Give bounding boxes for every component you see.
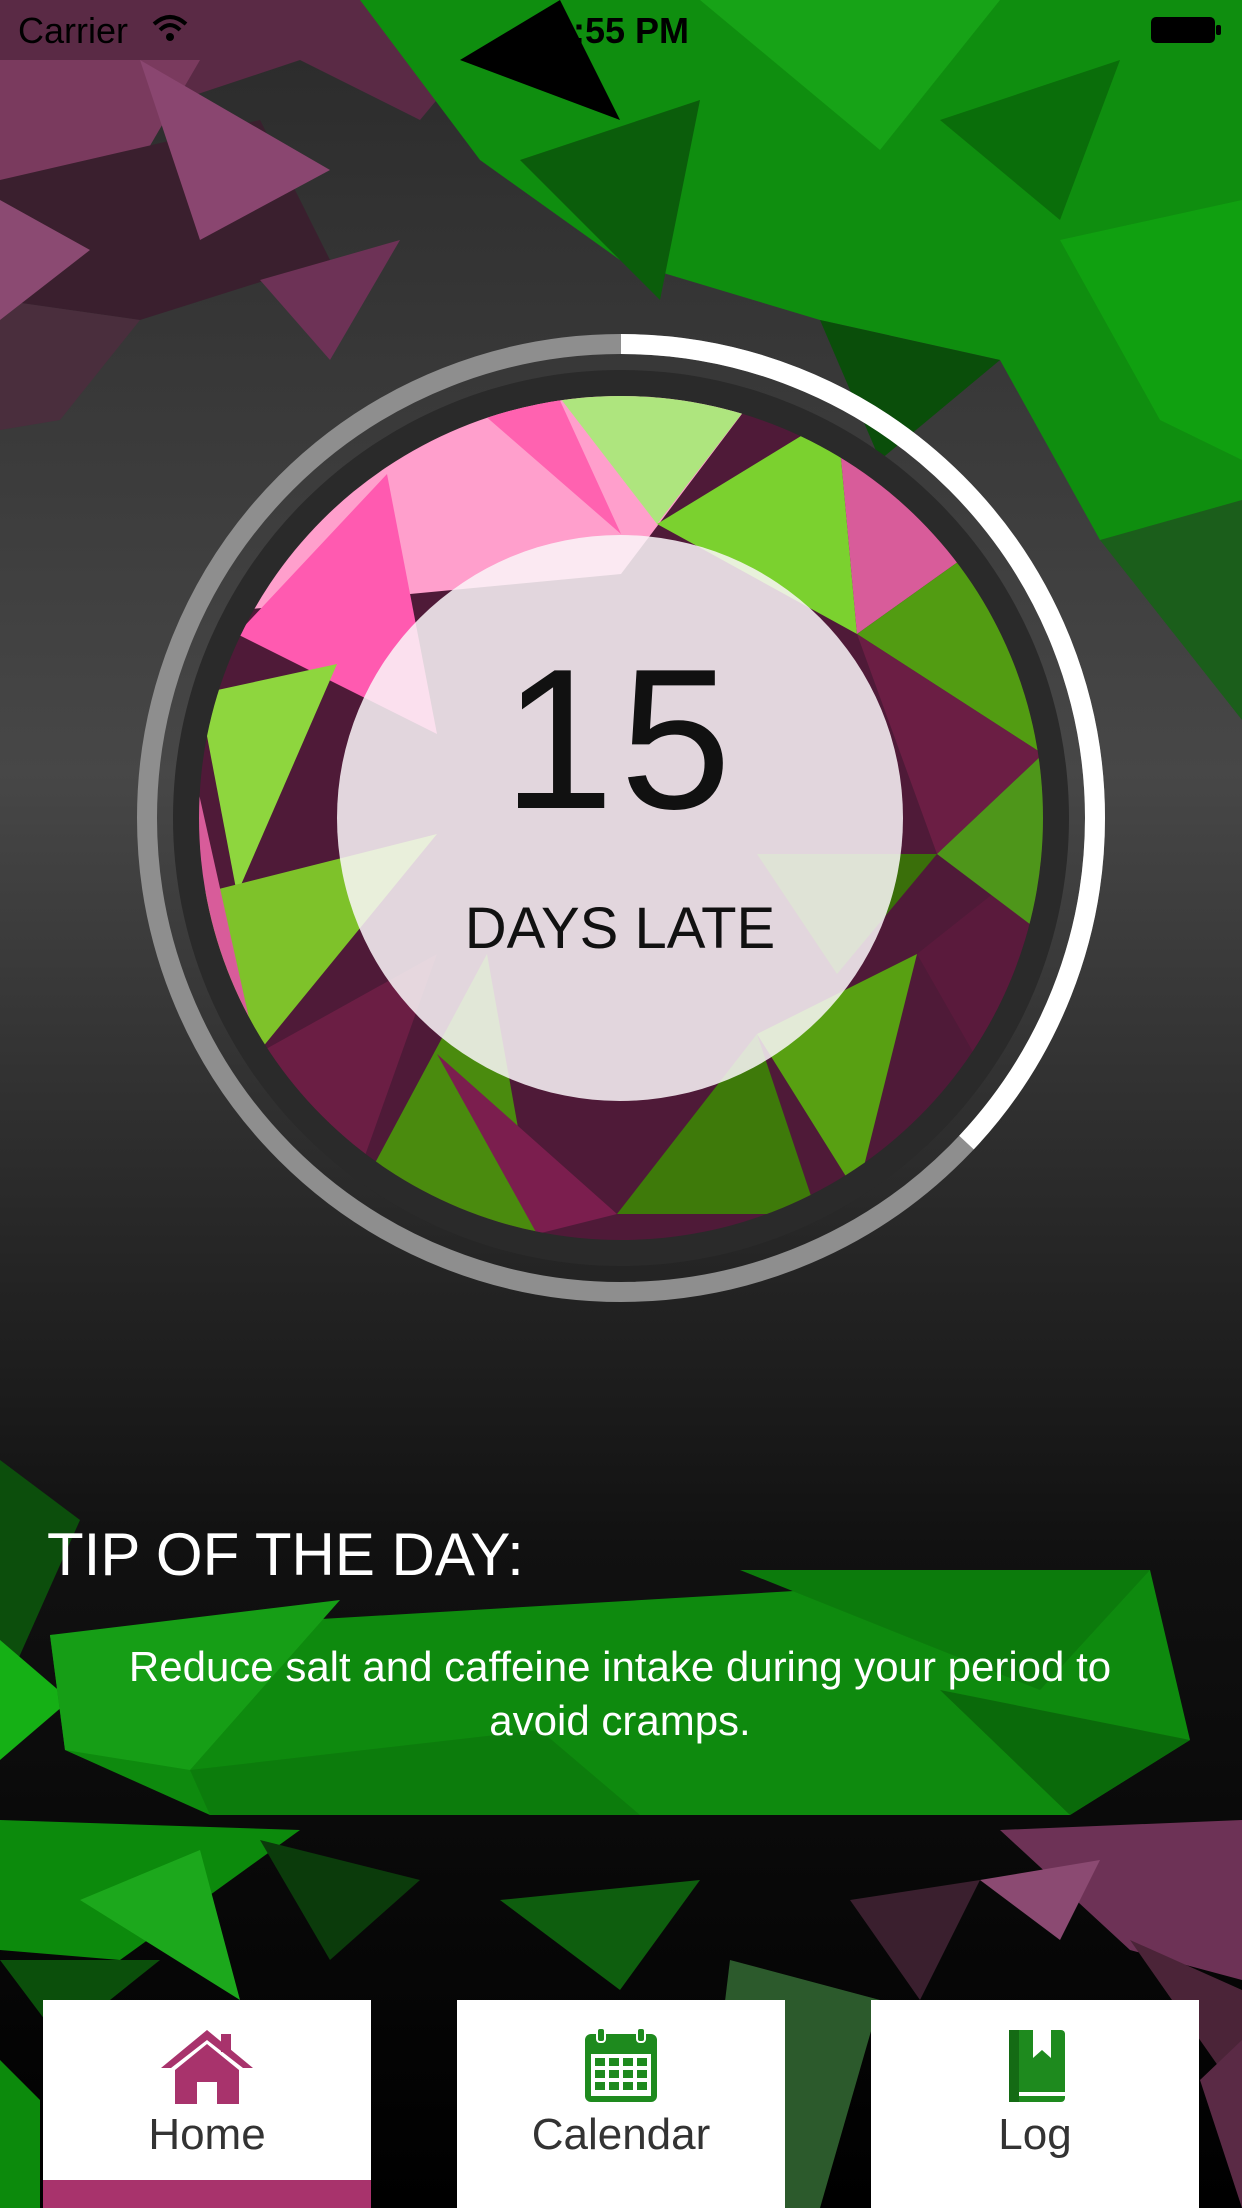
battery-icon [1151,17,1221,43]
status-time: 1:55 PM [552,10,690,51]
calendar-icon [585,2028,657,2102]
days-label: DAYS LATE [464,896,776,961]
days-count: 15 [502,628,738,851]
book-icon [1009,2030,1065,2102]
home-icon [161,2030,253,2104]
tab-active-indicator [43,2180,371,2208]
tab-log-label: Log [998,2110,1072,2159]
tab-home-label: Home [148,2110,266,2159]
tab-calendar-label: Calendar [531,2110,711,2159]
tip-text: Reduce salt and caffeine intake during y… [128,1643,1112,1744]
tab-home[interactable]: Home [43,2000,371,2208]
tab-log[interactable]: Log [871,2000,1199,2208]
tab-calendar[interactable]: Calendar [457,2000,785,2208]
status-bar: Carrier 1:55 PM [0,0,1242,60]
